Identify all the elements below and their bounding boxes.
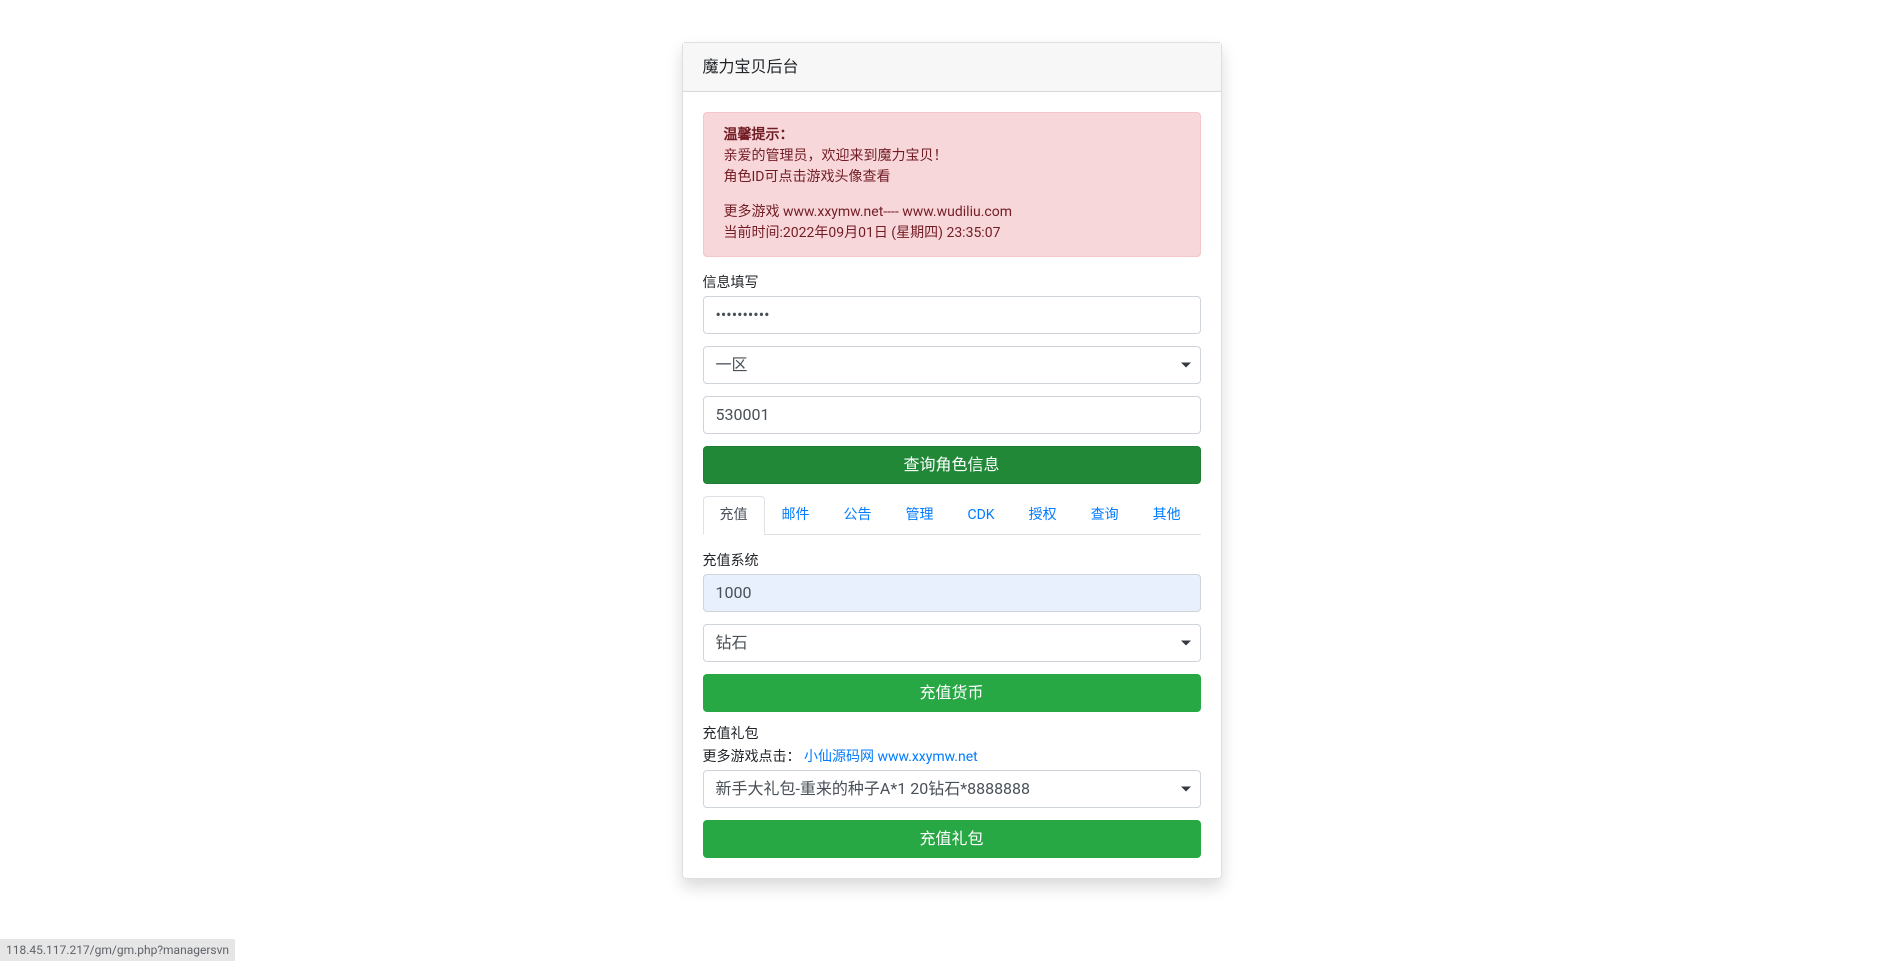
alert-line3: 更多游戏 www.xxymw.net---- www.wudiliu.com: [724, 202, 1180, 223]
tab-recharge[interactable]: 充值: [703, 496, 765, 535]
more-games-prefix: 更多游戏点击：: [703, 749, 801, 765]
recharge-pack-button[interactable]: 充值礼包: [703, 820, 1201, 858]
alert-line1: 亲爱的管理员，欢迎来到魔力宝贝！: [724, 146, 1180, 167]
tab-query[interactable]: 查询: [1074, 496, 1136, 535]
tab-authorize[interactable]: 授权: [1012, 496, 1074, 535]
status-url: 118.45.117.217/gm/gm.php?managersvn: [0, 939, 235, 961]
tab-mail[interactable]: 邮件: [765, 496, 827, 535]
admin-panel: 魔力宝贝后台 温馨提示： 亲爱的管理员，欢迎来到魔力宝贝！ 角色ID可点击游戏头…: [682, 42, 1222, 879]
recharge-pack-label: 充值礼包: [703, 724, 1201, 745]
recharge-currency-button[interactable]: 充值货币: [703, 674, 1201, 712]
alert-tip: 温馨提示： 亲爱的管理员，欢迎来到魔力宝贝！ 角色ID可点击游戏头像查看 更多游…: [703, 112, 1201, 257]
panel-body: 温馨提示： 亲爱的管理员，欢迎来到魔力宝贝！ 角色ID可点击游戏头像查看 更多游…: [683, 92, 1221, 878]
region-select-wrapper: 一区: [703, 346, 1201, 384]
query-character-button[interactable]: 查询角色信息: [703, 446, 1201, 484]
alert-line2: 角色ID可点击游戏头像查看: [724, 167, 1180, 188]
more-games-link[interactable]: 小仙源码网 www.xxymw.net: [804, 749, 978, 765]
panel-header: 魔力宝贝后台: [683, 43, 1221, 92]
more-games-line: 更多游戏点击： 小仙源码网 www.xxymw.net: [703, 747, 1201, 768]
tab-manage[interactable]: 管理: [889, 496, 951, 535]
character-id-input[interactable]: [703, 396, 1201, 434]
info-form-label: 信息填写: [703, 273, 1201, 294]
currency-select[interactable]: 钻石: [703, 624, 1201, 662]
panel-title: 魔力宝贝后台: [703, 57, 799, 76]
alert-heading: 温馨提示：: [724, 125, 1180, 146]
currency-select-wrapper: 钻石: [703, 624, 1201, 662]
recharge-currency-label: 充值系统: [703, 551, 1201, 572]
tab-cdk[interactable]: CDK: [951, 496, 1012, 535]
tab-announcement[interactable]: 公告: [827, 496, 889, 535]
alert-line4: 当前时间:2022年09月01日 (星期四) 23:35:07: [724, 223, 1180, 244]
region-select[interactable]: 一区: [703, 346, 1201, 384]
tab-other[interactable]: 其他: [1136, 496, 1198, 535]
gift-pack-select[interactable]: 新手大礼包-重来的种子A*1 20钻石*8888888: [703, 770, 1201, 808]
recharge-amount-input[interactable]: [703, 574, 1201, 612]
password-input[interactable]: [703, 296, 1201, 334]
gift-pack-select-wrapper: 新手大礼包-重来的种子A*1 20钻石*8888888: [703, 770, 1201, 808]
tab-bar: 充值 邮件 公告 管理 CDK 授权 查询 其他: [703, 496, 1201, 535]
